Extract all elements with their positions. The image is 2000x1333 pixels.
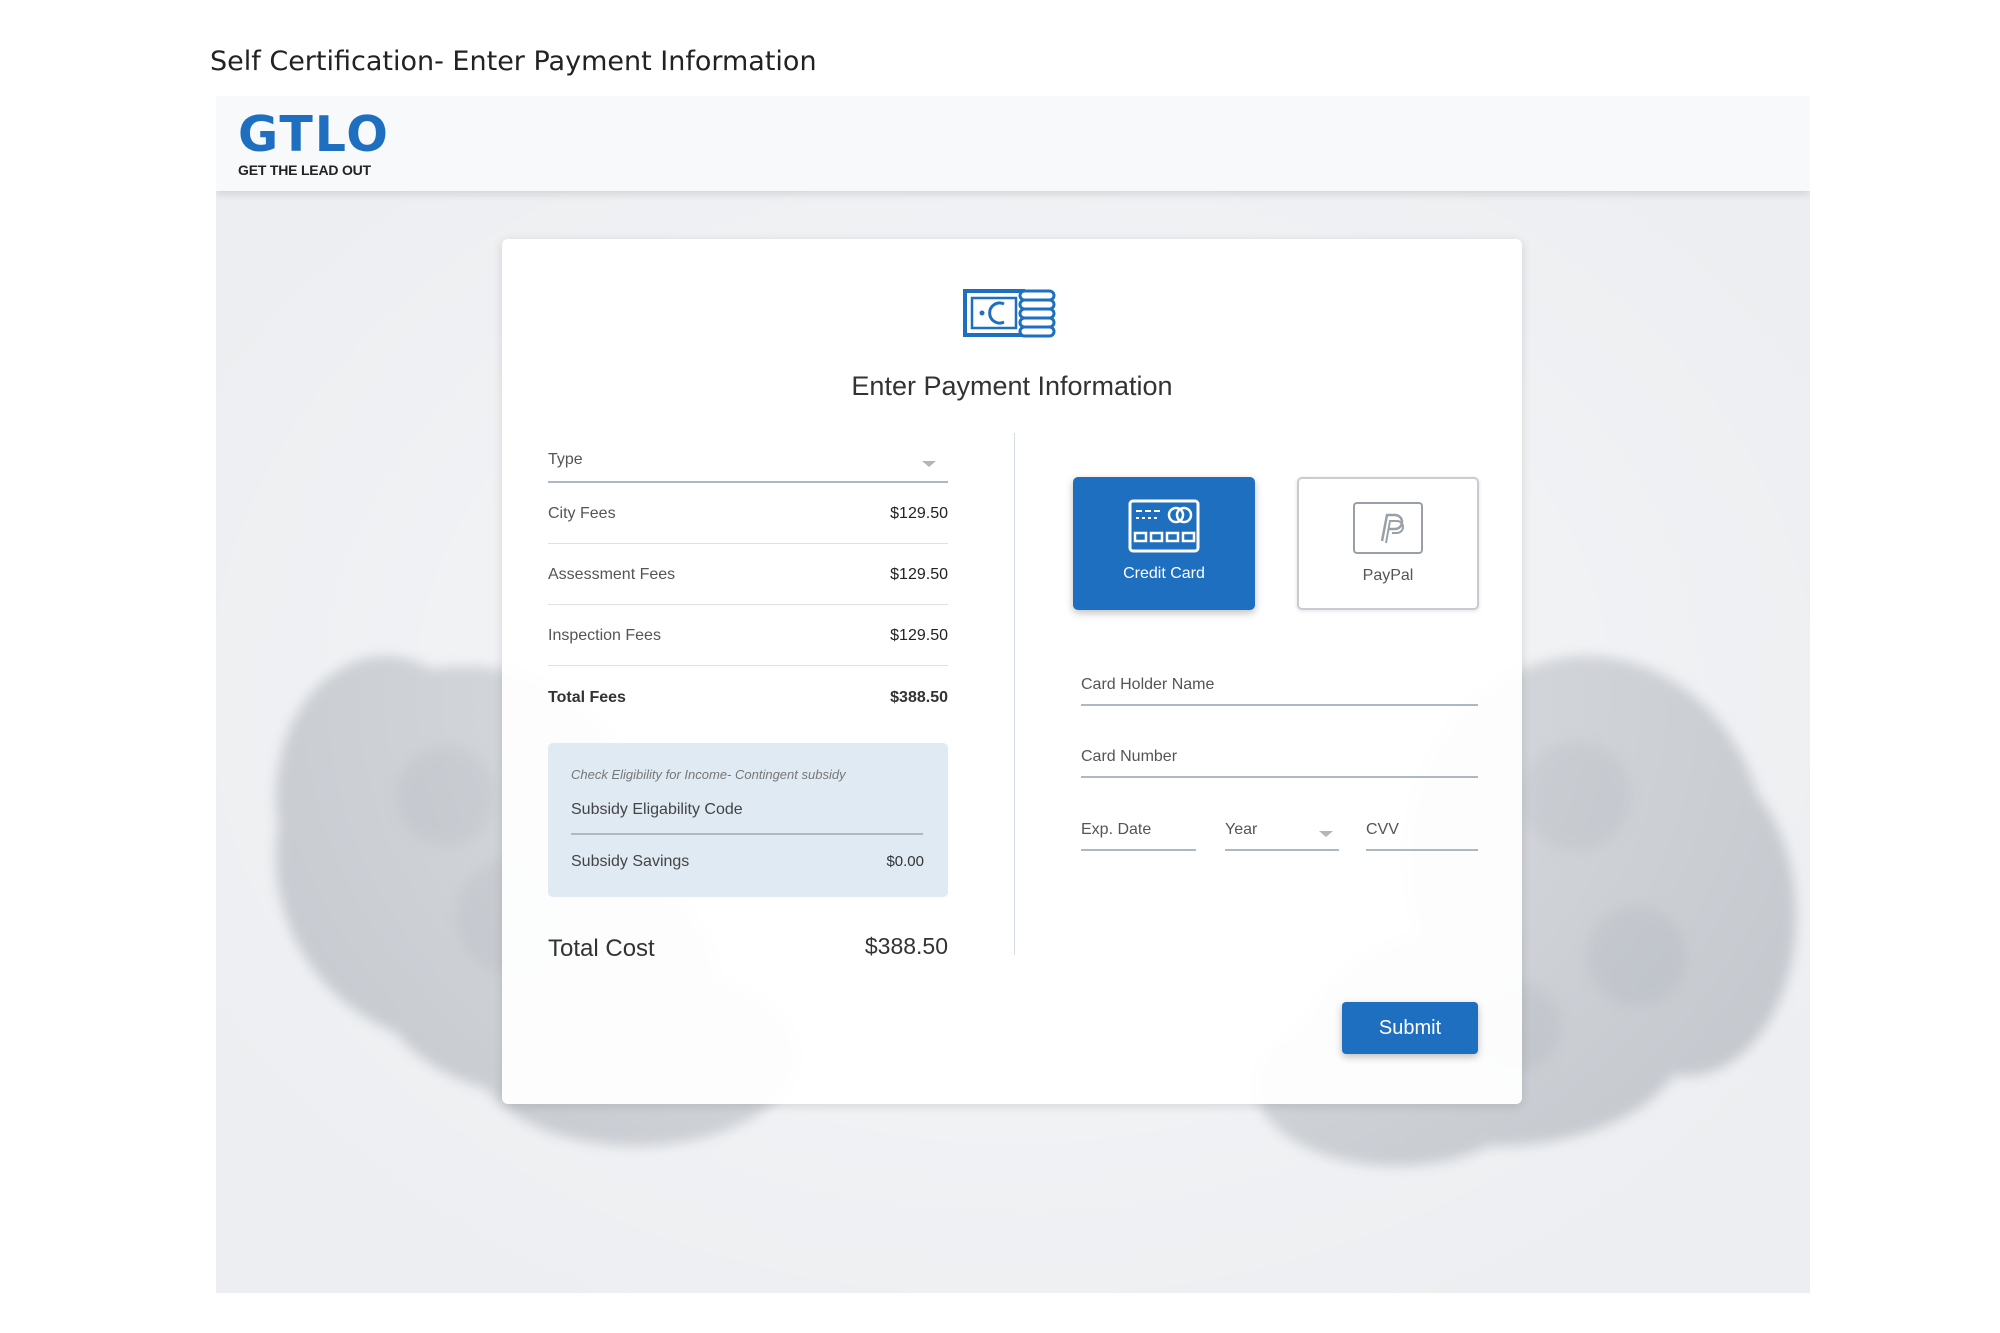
- total-fees-label: Total Fees: [548, 689, 626, 706]
- card-title: Enter Payment Information: [851, 371, 1173, 401]
- payment-card: Enter Payment Information Type City Fees…: [502, 239, 1522, 1104]
- logo-wordmark: GTLO: [238, 106, 390, 163]
- card-number-label: Card Number: [1081, 748, 1178, 765]
- card-number-input[interactable]: Card Number: [1081, 740, 1478, 778]
- paypal-icon: [1353, 502, 1423, 554]
- payment-cash-coins-icon: [963, 289, 1056, 338]
- fee-row-assessment: Assessment Fees $129.50: [548, 544, 948, 605]
- submit-button[interactable]: Submit: [1342, 1002, 1478, 1054]
- card-holder-name-label: Card Holder Name: [1081, 676, 1215, 693]
- cvv-label: CVV: [1366, 821, 1399, 838]
- total-fees-amount: $388.50: [890, 689, 948, 706]
- document-title: Self Certification- Enter Payment Inform…: [210, 46, 817, 77]
- exp-date-input[interactable]: Exp. Date: [1081, 813, 1196, 851]
- type-dropdown[interactable]: Type: [548, 445, 948, 483]
- fee-name: City Fees: [548, 505, 616, 522]
- credit-card-icon: [1128, 499, 1200, 553]
- paypal-label: PayPal: [1362, 567, 1414, 584]
- fee-amount: $129.50: [890, 627, 948, 644]
- year-dropdown[interactable]: Year: [1225, 813, 1339, 851]
- logo-tagline: GET THE LEAD OUT: [238, 162, 371, 178]
- card-holder-name-input[interactable]: Card Holder Name: [1081, 668, 1478, 706]
- year-label: Year: [1225, 821, 1258, 838]
- subsidy-hint: Check Eligibility for Income- Contingent…: [571, 767, 846, 782]
- cvv-input[interactable]: CVV: [1366, 813, 1478, 851]
- chevron-down-icon: [1319, 831, 1333, 837]
- column-divider: [1014, 433, 1015, 955]
- fee-amount: $129.50: [890, 566, 948, 583]
- fee-row-city: City Fees $129.50: [548, 483, 948, 544]
- gtlo-logo[interactable]: GTLO GET THE LEAD OUT: [238, 106, 390, 179]
- subsidy-code-label: Subsidy Eligability Code: [571, 801, 743, 818]
- fee-name: Assessment Fees: [548, 566, 676, 583]
- fee-amount: $129.50: [890, 505, 948, 522]
- fee-row-total: Total Fees $388.50: [548, 667, 948, 727]
- credit-card-label: Credit Card: [1123, 565, 1205, 582]
- exp-date-label: Exp. Date: [1081, 821, 1152, 838]
- subsidy-savings-amount: $0.00: [886, 853, 924, 870]
- type-dropdown-label: Type: [548, 451, 583, 468]
- fee-name: Inspection Fees: [548, 627, 661, 644]
- subsidy-code-input[interactable]: Subsidy Eligability Code: [571, 797, 923, 835]
- app-screenshot: GTLO GET THE LEAD OUT Enter Payment Info…: [216, 96, 1810, 1293]
- total-cost-label: Total Cost: [548, 935, 655, 962]
- fee-row-inspection: Inspection Fees $129.50: [548, 605, 948, 666]
- credit-card-option[interactable]: Credit Card: [1073, 477, 1255, 610]
- subsidy-panel: Check Eligibility for Income- Contingent…: [548, 743, 948, 897]
- subsidy-savings-label: Subsidy Savings: [571, 853, 690, 870]
- chevron-down-icon: [922, 461, 936, 467]
- app-header: GTLO GET THE LEAD OUT: [216, 96, 1810, 191]
- paypal-option[interactable]: PayPal: [1297, 477, 1479, 610]
- total-cost-amount: $388.50: [864, 933, 948, 959]
